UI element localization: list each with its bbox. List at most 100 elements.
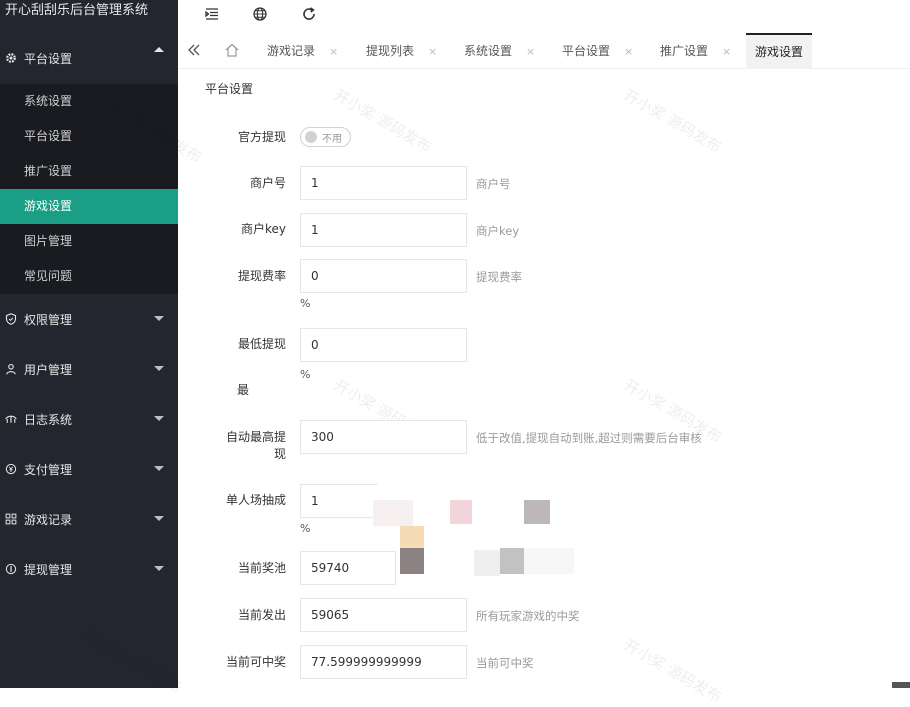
log-icon bbox=[4, 412, 18, 426]
auto-max-withdraw-label: 自动最高提 现 bbox=[166, 429, 286, 463]
close-icon[interactable]: × bbox=[722, 45, 731, 58]
chevron-down-icon bbox=[154, 316, 164, 321]
min-withdraw-label-tail: 最 bbox=[237, 382, 249, 399]
mosaic-block bbox=[400, 526, 424, 548]
official-withdraw-switch[interactable]: 不用 bbox=[300, 127, 351, 147]
close-icon[interactable]: × bbox=[624, 45, 633, 58]
sidebar-item-platform-settings[interactable]: 平台设置 bbox=[0, 119, 178, 154]
sidebar-group-users[interactable]: 用户管理 bbox=[0, 344, 178, 394]
sidebar-group-label: 用户管理 bbox=[24, 361, 72, 378]
sidebar-group-label: 平台设置 bbox=[24, 50, 72, 67]
merchant-no-hint: 商户号 bbox=[476, 176, 511, 192]
sidebar-item-faq[interactable]: 常见问题 bbox=[0, 259, 178, 294]
merchant-no-input[interactable]: 1 bbox=[300, 166, 467, 200]
section-title: 平台设置 bbox=[205, 80, 253, 97]
merchant-key-input[interactable]: 1 bbox=[300, 213, 467, 247]
mosaic-block bbox=[524, 548, 574, 574]
chevron-down-icon bbox=[154, 366, 164, 371]
close-icon[interactable]: × bbox=[526, 45, 535, 58]
tab-game-records[interactable]: 游戏记录× bbox=[267, 33, 338, 69]
current-paid-input[interactable]: 59065 bbox=[300, 598, 467, 632]
mosaic-block bbox=[524, 500, 550, 524]
sidebar-group-label: 提现管理 bbox=[24, 561, 72, 578]
min-withdraw-input[interactable]: 0 bbox=[300, 328, 467, 362]
globe-icon[interactable] bbox=[252, 6, 268, 22]
sidebar-group-withdrawals[interactable]: 提现管理 bbox=[0, 544, 178, 594]
watermark: 开小奖 源码发布 bbox=[330, 84, 436, 157]
chevron-down-icon bbox=[154, 516, 164, 521]
user-icon bbox=[4, 362, 18, 376]
sidebar-item-game-settings[interactable]: 游戏设置 bbox=[0, 189, 178, 224]
tab-withdraw-list[interactable]: 提现列表× bbox=[366, 33, 437, 69]
main-content: 平台设置 开小奖 源码发布 开小奖 源码发布 开小奖 源码发布 开小奖 源码发布… bbox=[178, 70, 910, 688]
home-icon[interactable] bbox=[224, 42, 242, 60]
grid-icon bbox=[4, 512, 18, 526]
auto-max-withdraw-input[interactable]: 300 bbox=[300, 420, 467, 454]
single-commission-label: 单人场抽成 bbox=[166, 492, 286, 509]
sidebar-group-game-records[interactable]: 游戏记录 bbox=[0, 494, 178, 544]
current-winnable-label: 当前可中奖 bbox=[166, 654, 286, 671]
switch-text: 不用 bbox=[322, 130, 342, 145]
merchant-no-label: 商户号 bbox=[166, 175, 286, 192]
close-icon[interactable]: × bbox=[329, 45, 338, 58]
withdraw-rate-hint: 提现费率 bbox=[476, 269, 522, 285]
current-winnable-input[interactable]: 77.599999999999 bbox=[300, 645, 467, 679]
min-withdraw-label: 最低提现 bbox=[166, 336, 286, 353]
tab-platform-settings[interactable]: 平台设置× bbox=[562, 33, 633, 69]
chevron-down-icon bbox=[154, 466, 164, 471]
sidebar-item-image-management[interactable]: 图片管理 bbox=[0, 224, 178, 259]
sidebar-group-platform-settings[interactable]: 平台设置 bbox=[0, 26, 178, 90]
withdraw-rate-input[interactable]: 0 bbox=[300, 259, 467, 293]
current-paid-label: 当前发出 bbox=[166, 607, 286, 624]
current-paid-hint: 所有玩家游戏的中奖 bbox=[476, 608, 580, 624]
tab-game-settings[interactable]: 游戏设置 bbox=[746, 33, 812, 69]
sidebar-item-promotion-settings[interactable]: 推广设置 bbox=[0, 154, 178, 189]
double-chevron-left-icon[interactable] bbox=[186, 42, 204, 60]
app-title: 开心刮刮乐后台管理系统 bbox=[0, 0, 178, 26]
scrollbar-thumb[interactable] bbox=[892, 682, 910, 688]
min-withdraw-unit: % bbox=[300, 368, 310, 381]
tab-system-settings[interactable]: 系统设置× bbox=[464, 33, 535, 69]
mosaic-block bbox=[400, 548, 424, 574]
current-winnable-hint: 当前可中奖 bbox=[476, 655, 534, 671]
withdraw-rate-label: 提现费率 bbox=[166, 268, 286, 285]
watermark: 开小奖 源码发布 bbox=[620, 84, 726, 157]
chevron-down-icon bbox=[154, 566, 164, 571]
official-withdraw-label: 官方提现 bbox=[166, 129, 286, 146]
sidebar-group-payment[interactable]: 支付管理 bbox=[0, 444, 178, 494]
coin-icon bbox=[4, 562, 18, 576]
switch-knob bbox=[305, 131, 317, 143]
top-toolbar bbox=[178, 0, 910, 30]
sidebar-group-label: 日志系统 bbox=[24, 411, 72, 428]
sidebar-group-logs[interactable]: 日志系统 bbox=[0, 394, 178, 444]
sidebar: 开心刮刮乐后台管理系统 平台设置 系统设置 平台设置 推广设置 游戏设置 图片管… bbox=[0, 0, 178, 688]
watermark: 开小奖 源码发布 bbox=[620, 634, 726, 707]
mosaic-block bbox=[474, 550, 500, 576]
single-commission-unit: % bbox=[300, 522, 310, 535]
auto-max-withdraw-hint: 低于改值,提现自动到账,超过则需要后台审核 bbox=[476, 430, 702, 446]
single-commission-input[interactable]: 1 bbox=[300, 484, 378, 518]
gear-icon bbox=[4, 51, 18, 65]
current-pool-input[interactable]: 59740 bbox=[300, 551, 396, 585]
shield-icon bbox=[4, 312, 18, 326]
merchant-key-label: 商户key bbox=[166, 221, 286, 238]
sidebar-group-label: 游戏记录 bbox=[24, 511, 72, 528]
withdraw-rate-unit: % bbox=[300, 297, 310, 310]
sidebar-group-label: 权限管理 bbox=[24, 311, 72, 328]
refresh-icon[interactable] bbox=[301, 6, 317, 22]
sidebar-group-permissions[interactable]: 权限管理 bbox=[0, 294, 178, 344]
chevron-up-icon bbox=[154, 47, 164, 52]
pay-icon bbox=[4, 462, 18, 476]
tab-promotion-settings[interactable]: 推广设置× bbox=[660, 33, 731, 69]
menu-toggle-icon[interactable] bbox=[204, 6, 220, 22]
mosaic-block bbox=[500, 548, 524, 574]
mosaic-block bbox=[373, 500, 413, 526]
sidebar-submenu: 系统设置 平台设置 推广设置 游戏设置 图片管理 常见问题 bbox=[0, 84, 178, 294]
mosaic-block bbox=[450, 500, 472, 524]
current-pool-label: 当前奖池 bbox=[166, 560, 286, 577]
sidebar-group-label: 支付管理 bbox=[24, 461, 72, 478]
chevron-down-icon bbox=[154, 416, 164, 421]
close-icon[interactable]: × bbox=[428, 45, 437, 58]
tab-bar: 游戏记录× 提现列表× 系统设置× 平台设置× 推广设置× 游戏设置 bbox=[178, 33, 910, 69]
merchant-key-hint: 商户key bbox=[476, 223, 519, 239]
